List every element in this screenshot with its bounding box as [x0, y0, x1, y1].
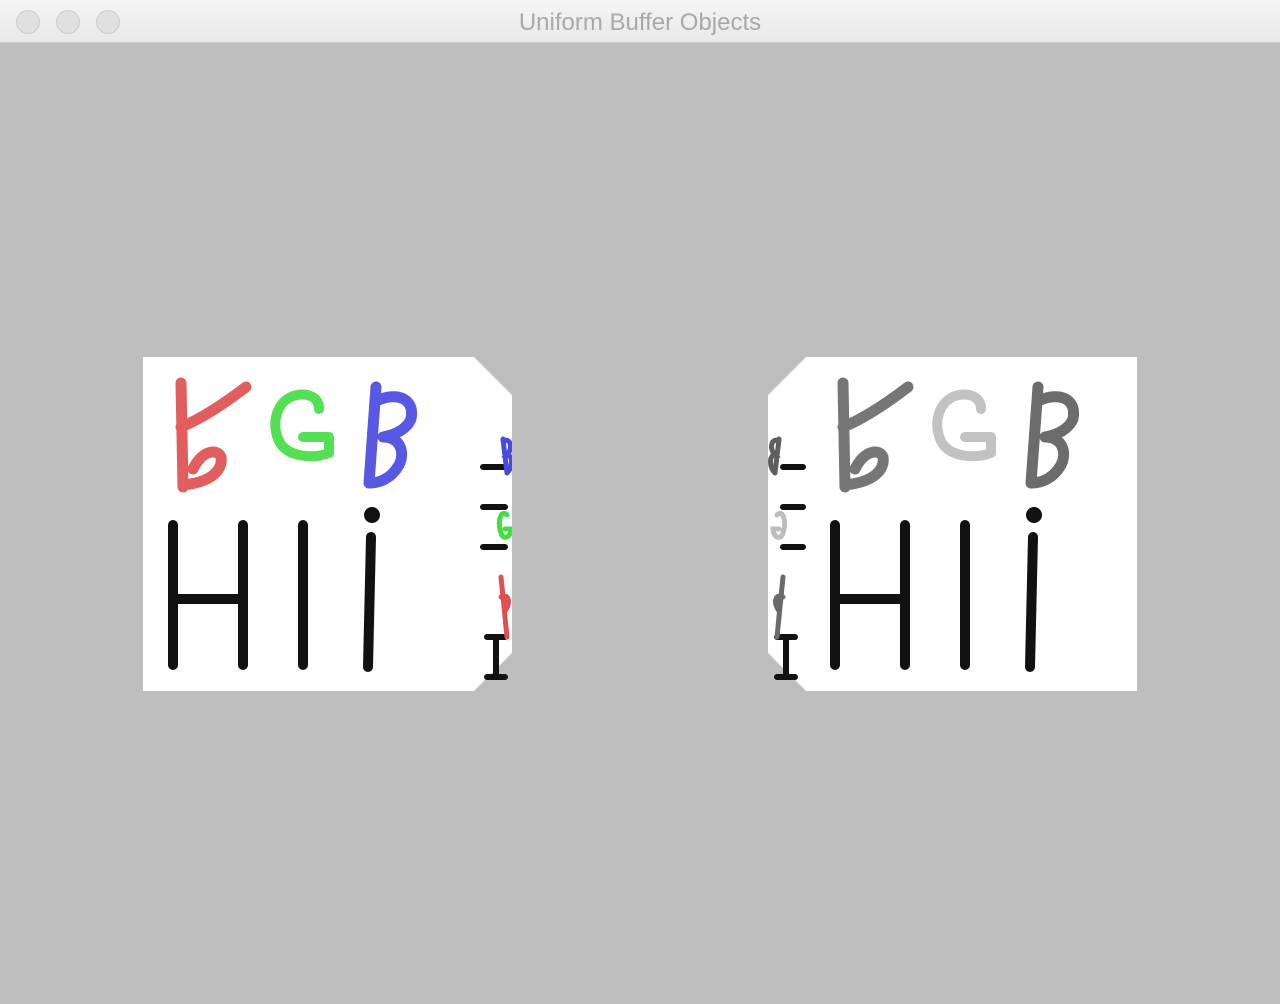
cube-colored-render [143, 357, 512, 691]
window-title: Uniform Buffer Objects [518, 9, 762, 36]
letter-i [363, 532, 376, 672]
letter-i [1025, 532, 1038, 672]
letter-i-dot [1026, 507, 1042, 523]
title-bar: Uniform Buffer Objects [0, 0, 1280, 43]
cube-colored [143, 357, 512, 691]
cube-grayscale-render [768, 357, 1137, 691]
letter-i-dot [364, 507, 380, 523]
cube-grayscale [768, 357, 1137, 691]
